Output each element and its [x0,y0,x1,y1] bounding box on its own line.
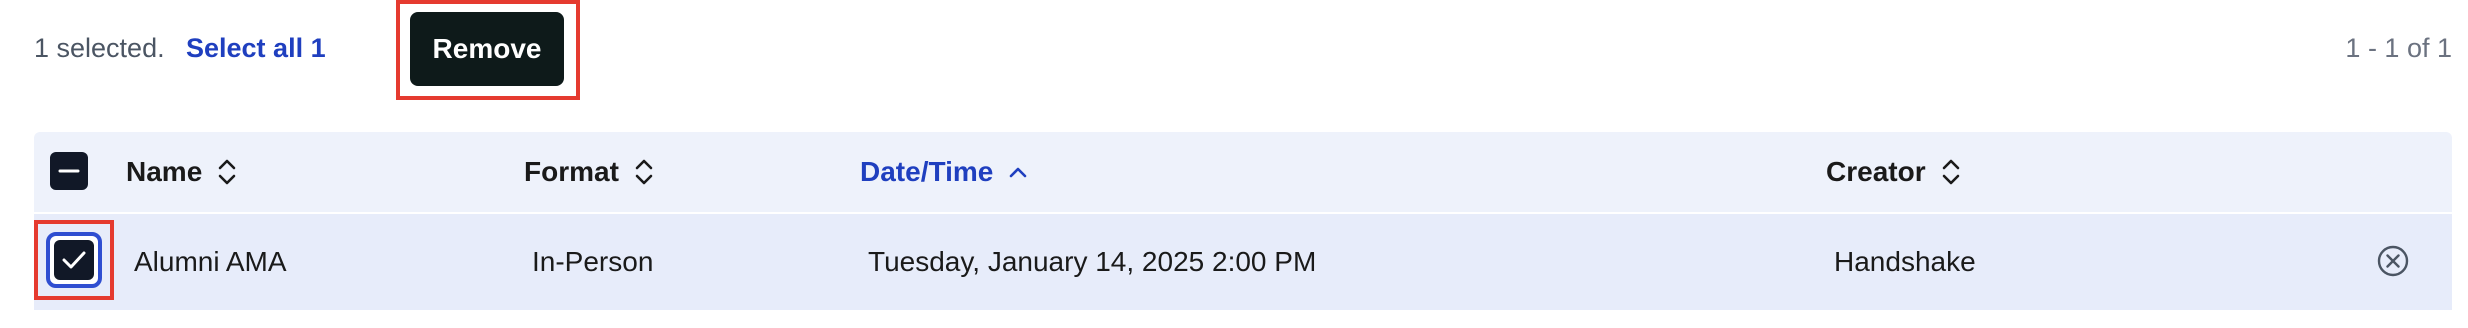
select-all-checkbox[interactable] [50,152,88,190]
table-row[interactable]: Alumni AMA In-Person Tuesday, January 14… [34,214,2452,310]
column-header-label: Creator [1826,156,1926,187]
indeterminate-checkbox-icon [58,169,80,173]
column-header-datetime[interactable]: Date/Time [860,132,1029,212]
cell-name: Alumni AMA [134,246,287,277]
chevron-up-icon [1007,157,1029,187]
sort-updown-icon [216,157,238,187]
selection-bar: 1 selected. Select all 1 Remove 1 - 1 of… [0,0,2468,100]
events-table: Name Format Date/Time Creator Alumni AMA… [34,132,2452,310]
selected-count-text: 1 selected. [34,33,165,63]
table-header: Name Format Date/Time Creator [34,132,2452,212]
column-header-label: Format [524,156,619,187]
cell-datetime: Tuesday, January 14, 2025 2:00 PM [868,246,1317,277]
sort-updown-icon [633,157,655,187]
column-header-label: Name [126,156,203,187]
column-header-format[interactable]: Format [524,132,655,212]
cell-format: In-Person [532,246,654,277]
remove-circle-icon[interactable] [2376,244,2410,278]
sort-updown-icon [1940,157,1962,187]
cell-creator: Handshake [1834,246,1976,277]
column-header-label: Date/Time [860,156,994,187]
checkmark-icon [62,251,86,269]
column-header-name[interactable]: Name [126,132,238,212]
column-header-creator[interactable]: Creator [1826,132,1962,212]
select-all-link[interactable]: Select all 1 [186,30,326,66]
pagination-text: 1 - 1 of 1 [2345,33,2452,63]
selection-table-view: 1 selected. Select all 1 Remove 1 - 1 of… [0,0,2468,328]
row-select-checkbox[interactable] [46,232,102,288]
remove-button[interactable]: Remove [410,12,564,86]
